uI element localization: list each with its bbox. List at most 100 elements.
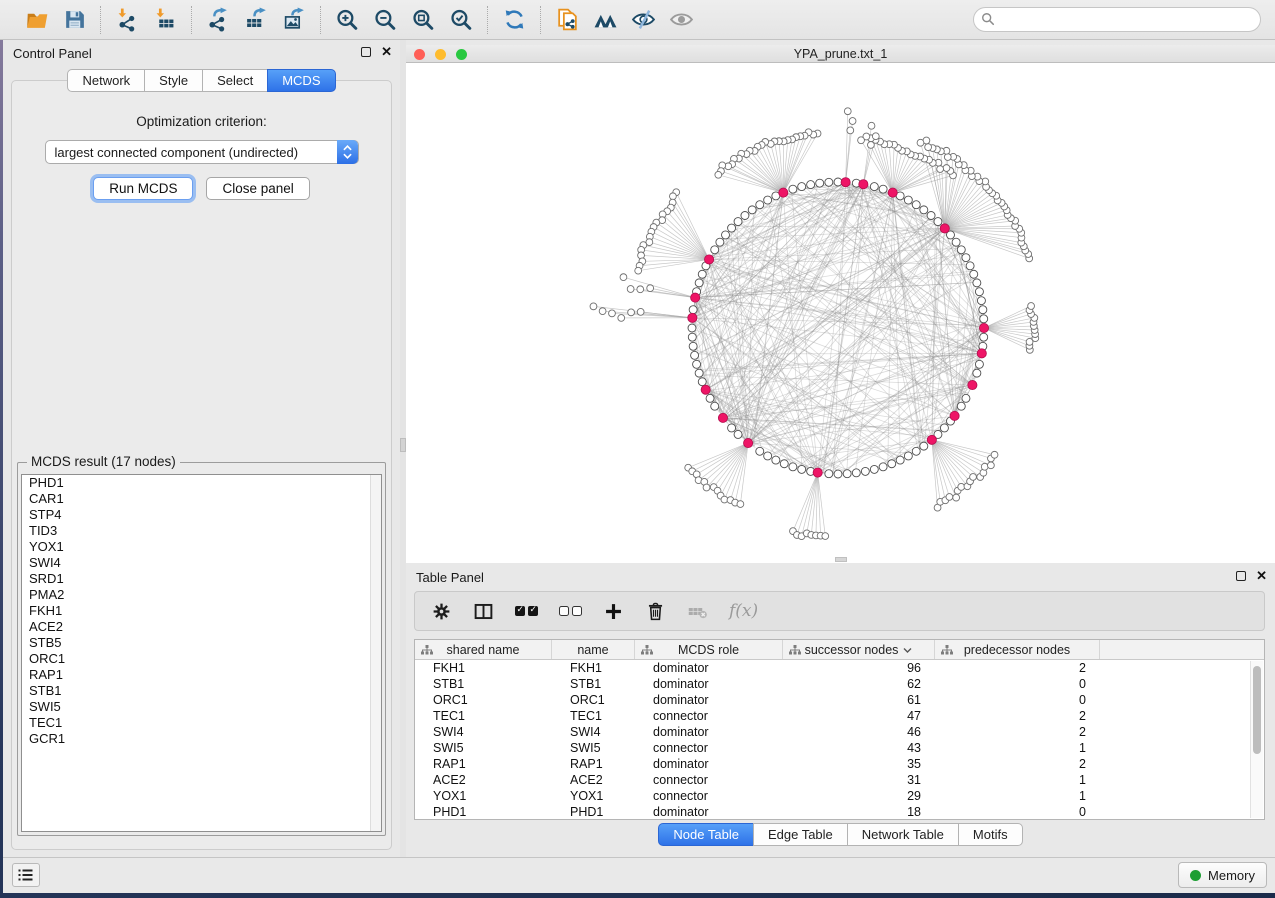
network-node[interactable]: [698, 270, 706, 278]
mcds-result-item[interactable]: ACE2: [22, 619, 381, 635]
column-header-MCDS-role[interactable]: MCDS role: [635, 640, 783, 659]
network-node[interactable]: [688, 333, 696, 341]
export-image-icon[interactable]: [277, 4, 311, 36]
network-node[interactable]: [843, 470, 851, 478]
network-node[interactable]: [764, 196, 772, 204]
mcds-result-item[interactable]: SWI5: [22, 699, 381, 715]
export-table-icon[interactable]: [239, 4, 273, 36]
network-canvas[interactable]: [406, 63, 1275, 563]
float-panel-icon[interactable]: [361, 47, 371, 57]
horizontal-splitter-grip[interactable]: [835, 557, 847, 562]
mcds-hub-node[interactable]: [940, 224, 949, 233]
network-node[interactable]: [953, 494, 960, 501]
network-node[interactable]: [981, 463, 988, 470]
search-input[interactable]: [973, 7, 1261, 32]
network-node[interactable]: [748, 206, 756, 214]
network-node[interactable]: [609, 310, 616, 317]
network-node[interactable]: [925, 144, 932, 151]
add-icon[interactable]: [603, 601, 624, 622]
network-node[interactable]: [722, 231, 730, 239]
network-node[interactable]: [879, 463, 887, 471]
mcds-hub-node[interactable]: [688, 313, 697, 322]
mcds-hub-node[interactable]: [779, 188, 788, 197]
binoculars-icon[interactable]: [588, 4, 622, 36]
network-node[interactable]: [944, 154, 951, 161]
mcds-result-item[interactable]: PMA2: [22, 587, 381, 603]
network-node[interactable]: [689, 342, 697, 350]
network-node[interactable]: [618, 315, 625, 322]
network-node[interactable]: [888, 460, 896, 468]
table-scrollbar[interactable]: [1250, 661, 1263, 818]
network-node[interactable]: [870, 465, 878, 473]
network-node[interactable]: [711, 402, 719, 410]
deselect-all-checkboxes-icon[interactable]: [559, 606, 582, 616]
mcds-result-item[interactable]: STB5: [22, 635, 381, 651]
mcds-result-item[interactable]: CAR1: [22, 491, 381, 507]
node-table[interactable]: shared namenameMCDS rolesuccessor nodesp…: [414, 639, 1265, 820]
mcds-hub-node[interactable]: [813, 468, 822, 477]
network-node[interactable]: [635, 267, 642, 274]
network-node[interactable]: [970, 270, 978, 278]
column-header-successor-nodes[interactable]: successor nodes: [783, 640, 935, 659]
share-document-icon[interactable]: [550, 4, 584, 36]
network-node[interactable]: [734, 218, 742, 226]
network-node[interactable]: [975, 288, 983, 296]
table-row[interactable]: SWI5SWI5connector431: [415, 740, 1264, 756]
network-node[interactable]: [962, 394, 970, 402]
network-node[interactable]: [825, 470, 833, 478]
save-icon[interactable]: [57, 4, 91, 36]
mcds-result-item[interactable]: RAP1: [22, 667, 381, 683]
table-row[interactable]: FKH1FKH1dominator962: [415, 660, 1264, 676]
close-panel-button[interactable]: Close panel: [206, 177, 309, 200]
tab-mcds[interactable]: MCDS: [267, 69, 335, 92]
column-header-shared-name[interactable]: shared name: [415, 640, 552, 659]
close-panel-icon[interactable]: ✕: [381, 47, 392, 57]
network-node[interactable]: [637, 308, 644, 315]
mcds-hub-node[interactable]: [841, 178, 850, 187]
network-node[interactable]: [904, 452, 912, 460]
network-node[interactable]: [756, 201, 764, 209]
window-zoom-icon[interactable]: [456, 49, 467, 60]
mcds-hub-node[interactable]: [718, 413, 727, 422]
network-node[interactable]: [627, 286, 634, 293]
mcds-hub-node[interactable]: [927, 435, 936, 444]
network-node[interactable]: [957, 402, 965, 410]
mcds-hub-node[interactable]: [859, 180, 868, 189]
export-network-icon[interactable]: [201, 4, 235, 36]
network-node[interactable]: [957, 246, 965, 254]
network-node[interactable]: [834, 470, 842, 478]
import-table-icon[interactable]: [148, 4, 182, 36]
network-node[interactable]: [789, 463, 797, 471]
gear-icon[interactable]: [431, 601, 452, 622]
vizmapper-eye-icon[interactable]: [626, 4, 660, 36]
network-node[interactable]: [798, 465, 806, 473]
network-node[interactable]: [590, 303, 597, 310]
network-node[interactable]: [807, 181, 815, 189]
mcds-result-item[interactable]: YOX1: [22, 539, 381, 555]
mcds-result-item[interactable]: TEC1: [22, 715, 381, 731]
network-node[interactable]: [973, 279, 981, 287]
mcds-result-item[interactable]: SRD1: [22, 571, 381, 587]
network-node[interactable]: [772, 456, 780, 464]
network-node[interactable]: [716, 238, 724, 246]
network-node[interactable]: [870, 183, 878, 191]
network-node[interactable]: [980, 333, 988, 341]
window-minimize-icon[interactable]: [435, 49, 446, 60]
network-node[interactable]: [937, 166, 944, 173]
mcds-result-list[interactable]: PHD1CAR1STP4TID3YOX1SWI4SRD1PMA2FKH1ACE2…: [21, 474, 382, 832]
network-node[interactable]: [741, 212, 749, 220]
mcds-result-item[interactable]: GCR1: [22, 731, 381, 747]
tab-network[interactable]: Network: [67, 69, 145, 92]
network-node[interactable]: [861, 467, 869, 475]
network-node[interactable]: [695, 279, 703, 287]
network-node[interactable]: [912, 201, 920, 209]
import-network-icon[interactable]: [110, 4, 144, 36]
network-node[interactable]: [920, 442, 928, 450]
zoom-fit-icon[interactable]: [406, 4, 440, 36]
network-node[interactable]: [670, 193, 677, 200]
network-node[interactable]: [728, 424, 736, 432]
network-node[interactable]: [872, 133, 879, 140]
memory-button[interactable]: Memory: [1178, 862, 1267, 888]
mcds-hub-node[interactable]: [744, 438, 753, 447]
zoom-selected-icon[interactable]: [444, 4, 478, 36]
